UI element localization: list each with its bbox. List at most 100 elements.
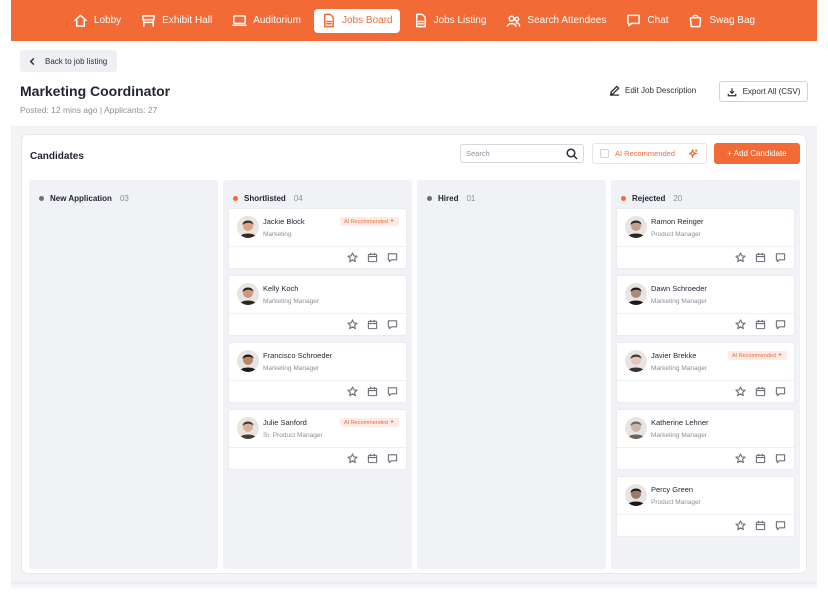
nav-lobby[interactable]: Lobby (66, 9, 128, 33)
card-actions (735, 319, 786, 330)
checkbox[interactable] (600, 149, 609, 158)
board-area: Candidates Search AI Recommended + Add C… (11, 127, 817, 582)
nav-label: Auditorium (253, 15, 301, 26)
candidate-name[interactable]: Kelly Koch (263, 284, 298, 293)
candidate-name[interactable]: Dawn Schroeder (651, 284, 707, 293)
avatar (237, 417, 259, 439)
column-shortlisted: Shortlisted 04 Jackie Block Marketing AI Rec… (223, 180, 412, 569)
nav-swag-bag[interactable]: Swag Bag (681, 9, 762, 33)
star-icon[interactable] (735, 453, 746, 464)
avatar (625, 216, 647, 238)
back-button[interactable]: Back to job listing (20, 50, 118, 72)
nav-label: Lobby (93, 15, 122, 26)
star-icon[interactable] (347, 453, 358, 464)
candidate-role: Marketing Manager (651, 432, 707, 439)
nav-search-attendees[interactable]: Search Attendees (499, 9, 613, 33)
card-info: Javier Brekke Marketing Manager AI Recomme… (617, 343, 794, 381)
avatar (237, 283, 259, 305)
booth-icon (142, 15, 156, 27)
calendar-icon[interactable] (755, 319, 766, 330)
nav-label: Jobs Board (342, 15, 393, 26)
comment-icon[interactable] (387, 252, 398, 263)
ai-badge-label: AI Recommended (731, 352, 776, 359)
people-icon (507, 15, 521, 27)
comment-icon[interactable] (775, 252, 786, 263)
card-list: Ramon Reinger Product Manager Dawn Schroed… (611, 208, 800, 537)
app-window: Lobby Exhibit Hall Auditorium Jobs Board… (0, 0, 828, 609)
candidate-name[interactable]: Percy Green (651, 485, 693, 494)
calendar-icon[interactable] (755, 386, 766, 397)
candidate-role: Product Manager (651, 231, 701, 238)
search-input[interactable]: Search (460, 144, 584, 163)
add-candidate-button[interactable]: + Add Candidate (714, 143, 800, 164)
star-icon[interactable] (347, 319, 358, 330)
export-button[interactable]: Export All (CSV) (719, 81, 808, 102)
bag-icon (690, 14, 702, 28)
nav-chat[interactable]: Chat (619, 9, 675, 33)
comment-icon[interactable] (387, 386, 398, 397)
nav-label: Exhibit Hall (162, 15, 213, 26)
candidate-card[interactable]: Jackie Block Marketing AI Recommended (228, 208, 407, 269)
star-icon[interactable] (735, 520, 746, 531)
avatar (625, 417, 647, 439)
download-icon (727, 87, 736, 96)
star-icon[interactable] (347, 386, 358, 397)
ai-recommended-filter[interactable]: AI Recommended (592, 143, 707, 164)
calendar-icon[interactable] (367, 386, 378, 397)
job-meta: Posted: 12 mins ago | Applicants: 27 (20, 105, 158, 115)
ai-recommended-badge: AI Recommended (339, 418, 399, 427)
column-rejected: Rejected 20 Ramon Reinger Product Manager Da… (611, 180, 800, 569)
back-label: Back to job listing (45, 56, 108, 66)
comment-icon[interactable] (775, 520, 786, 531)
star-icon[interactable] (735, 252, 746, 263)
chevron-left-icon (29, 57, 35, 65)
candidate-name[interactable]: Javier Brekke (651, 351, 696, 360)
star-icon[interactable] (735, 386, 746, 397)
status-dot (621, 196, 626, 201)
card-info: Ramon Reinger Product Manager (617, 209, 794, 247)
comment-icon[interactable] (775, 453, 786, 464)
board-title: Candidates (30, 151, 84, 162)
chat-icon (627, 14, 641, 27)
candidate-card[interactable]: Francisco Schroeder Marketing Manager (228, 342, 407, 403)
nav-jobs-listing[interactable]: Jobs Listing (406, 9, 494, 33)
edit-job-description-button[interactable]: Edit Job Description (609, 85, 696, 96)
comment-icon[interactable] (775, 319, 786, 330)
candidate-role: Marketing Manager (651, 298, 707, 305)
column-name: Rejected (632, 194, 666, 203)
candidate-card[interactable]: Julie Sanford Sr. Product Manager AI Recom… (228, 409, 407, 470)
candidate-card[interactable]: Dawn Schroeder Marketing Manager (616, 275, 795, 336)
comment-icon[interactable] (775, 386, 786, 397)
nav-exhibit-hall[interactable]: Exhibit Hall (134, 9, 219, 33)
candidate-card[interactable]: Javier Brekke Marketing Manager AI Recomme… (616, 342, 795, 403)
candidate-card[interactable]: Kelly Koch Marketing Manager (228, 275, 407, 336)
card-info: Katherine Lehner Marketing Manager (617, 410, 794, 448)
calendar-icon[interactable] (755, 453, 766, 464)
column-name: Shortlisted (244, 194, 286, 203)
candidate-role: Marketing Manager (263, 298, 319, 305)
candidate-name[interactable]: Katherine Lehner (651, 418, 709, 427)
calendar-icon[interactable] (367, 453, 378, 464)
sparkle-icon (390, 218, 395, 225)
candidate-name[interactable]: Ramon Reinger (651, 217, 704, 226)
candidate-name[interactable]: Julie Sanford (263, 418, 307, 427)
candidate-card[interactable]: Percy Green Product Manager (616, 476, 795, 537)
nav-jobs-board[interactable]: Jobs Board (314, 8, 400, 33)
candidate-name[interactable]: Jackie Block (263, 217, 305, 226)
calendar-icon[interactable] (367, 319, 378, 330)
candidate-card[interactable]: Ramon Reinger Product Manager (616, 208, 795, 269)
candidate-card[interactable]: Katherine Lehner Marketing Manager (616, 409, 795, 470)
column-new-application: New Application 03 (29, 180, 218, 569)
candidate-name[interactable]: Francisco Schroeder (263, 351, 332, 360)
card-actions (347, 319, 398, 330)
nav-auditorium[interactable]: Auditorium (225, 9, 308, 33)
comment-icon[interactable] (387, 319, 398, 330)
ai-filter-label: AI Recommended (615, 149, 676, 158)
star-icon[interactable] (735, 319, 746, 330)
calendar-icon[interactable] (367, 252, 378, 263)
card-actions (347, 453, 398, 464)
calendar-icon[interactable] (755, 252, 766, 263)
calendar-icon[interactable] (755, 520, 766, 531)
star-icon[interactable] (347, 252, 358, 263)
comment-icon[interactable] (387, 453, 398, 464)
